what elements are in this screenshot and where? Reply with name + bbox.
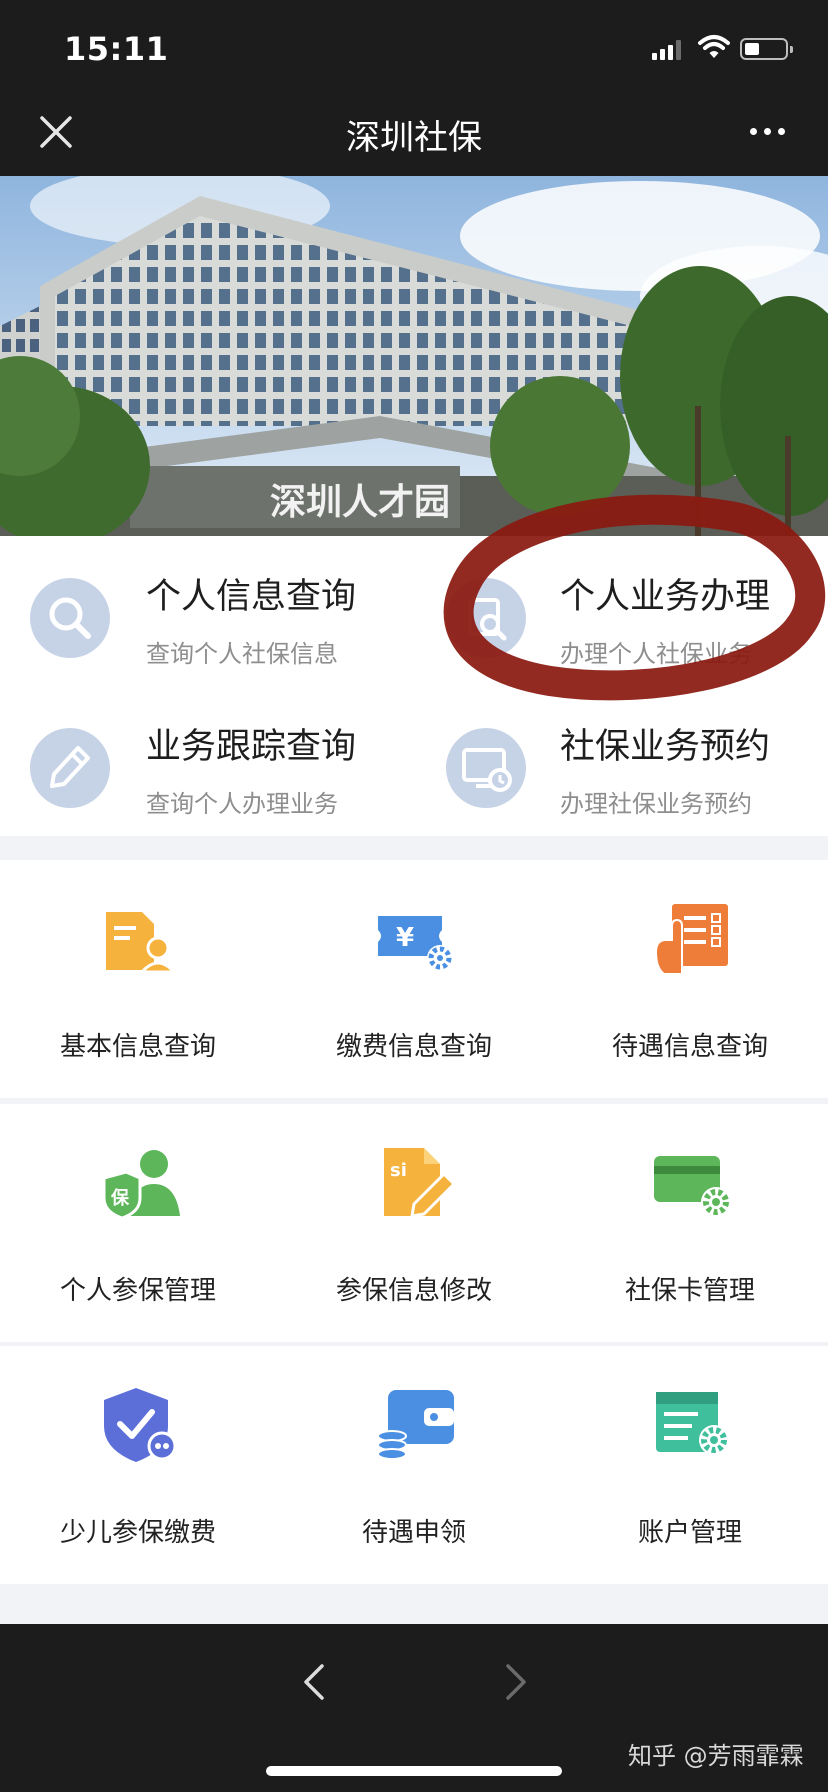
insured-person-icon: 保: [102, 1150, 180, 1220]
svg-text:¥: ¥: [396, 923, 414, 953]
svg-text:si: si: [390, 1160, 407, 1181]
grid-label: 基本信息查询: [59, 1032, 216, 1062]
wallet-coins-icon: [377, 1390, 454, 1460]
wifi-icon: [698, 35, 730, 58]
grid-row-2: 保 个人参保管理 si 参保信息修改 社保卡管理: [0, 1104, 828, 1342]
quick-business-tracking[interactable]: 业务跟踪查询 查询个人办理业务: [0, 686, 414, 836]
bottom-toolbar: 知乎 @芳雨霏霖: [0, 1624, 828, 1792]
grid-label: 账户管理: [637, 1518, 742, 1548]
yen-ticket-icon: ¥: [378, 916, 453, 971]
grid-label: 社保卡管理: [624, 1276, 755, 1306]
grid-label: 少儿参保缴费: [59, 1518, 216, 1548]
si-edit-icon: si: [384, 1148, 456, 1218]
back-arrow-icon[interactable]: [294, 1654, 334, 1710]
banner-sign-text: 深圳人才园: [270, 482, 450, 523]
red-circle-annotation: [443, 494, 826, 701]
grid-item-social-card[interactable]: 社保卡管理: [552, 1104, 828, 1342]
quick-services: 个人信息查询 查询个人社保信息 个人业务办理 办理个人社保业务 业务跟踪查询 查…: [0, 494, 828, 836]
grid-item-payment-info[interactable]: ¥ 缴费信息查询: [276, 860, 552, 1098]
quick-title: 业务跟踪查询: [146, 727, 357, 767]
forward-arrow-icon[interactable]: [496, 1654, 536, 1710]
grid-item-child-insurance[interactable]: 少儿参保缴费: [0, 1346, 276, 1584]
grid-label: 缴费信息查询: [335, 1032, 492, 1062]
profile-card-icon: [106, 912, 178, 974]
checklist-hand-icon: [654, 904, 728, 975]
top-bar: 15:11 深圳社保: [0, 0, 828, 176]
status-time: 15:11: [64, 30, 169, 68]
page-title: 深圳社保: [346, 118, 482, 158]
shield-check-icon: [104, 1388, 177, 1462]
grid-row-3: 少儿参保缴费 待遇申领 账户管理: [0, 1346, 828, 1584]
grid-label: 待遇信息查询: [611, 1032, 768, 1062]
grid-label: 待遇申领: [361, 1518, 466, 1548]
quick-subtitle: 查询个人办理业务: [146, 790, 338, 818]
grid-label: 参保信息修改: [335, 1276, 492, 1306]
list-gear-icon: [656, 1392, 729, 1455]
quick-subtitle: 查询个人社保信息: [146, 640, 338, 668]
search-icon: [30, 578, 110, 658]
grid-item-insured-management[interactable]: 保 个人参保管理: [0, 1104, 276, 1342]
grid-row-1: 基本信息查询 ¥ 缴费信息查询 待遇信息查询: [0, 860, 828, 1098]
grid-item-benefit-info[interactable]: 待遇信息查询: [552, 860, 828, 1098]
quick-subtitle: 办理社保业务预约: [560, 790, 752, 818]
watermark: 知乎 @芳雨霏霖: [628, 1742, 804, 1770]
grid-item-basic-info[interactable]: 基本信息查询: [0, 860, 276, 1098]
grid-item-edit-insurance-info[interactable]: si 参保信息修改: [276, 1104, 552, 1342]
battery-icon: [740, 38, 793, 60]
quick-title: 个人信息查询: [146, 577, 357, 617]
card-gear-icon: [654, 1156, 731, 1217]
grid-label: 个人参保管理: [59, 1276, 216, 1306]
pencil-icon: [30, 728, 110, 808]
home-indicator[interactable]: [266, 1766, 562, 1776]
svg-text:保: 保: [110, 1187, 130, 1209]
grid-item-benefit-claim[interactable]: 待遇申领: [276, 1346, 552, 1584]
more-options-icon[interactable]: [750, 128, 785, 135]
cellular-signal-icon: [652, 40, 681, 60]
grid-item-account-management[interactable]: 账户管理: [552, 1346, 828, 1584]
quick-personal-info-query[interactable]: 个人信息查询 查询个人社保信息: [0, 536, 414, 686]
